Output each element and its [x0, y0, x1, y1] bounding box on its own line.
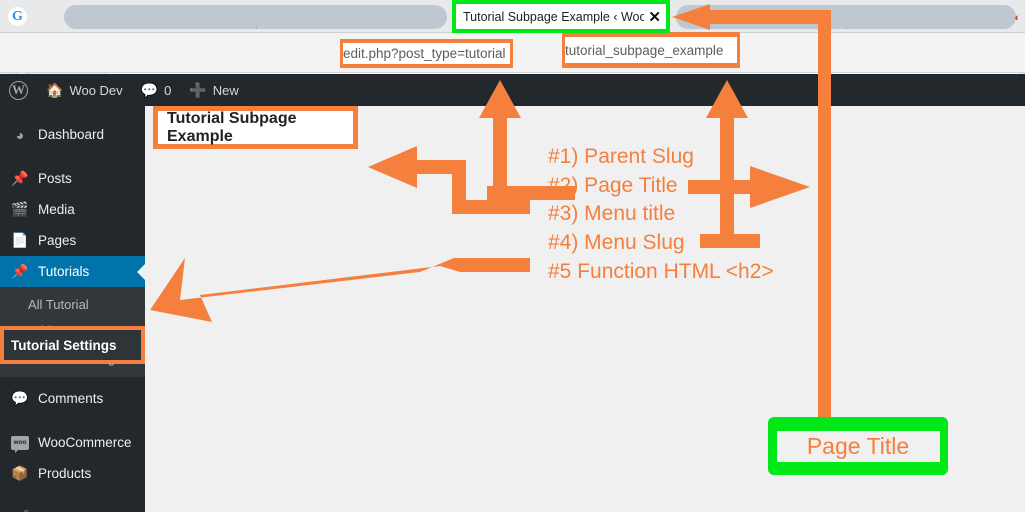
sidebar-item-dashboard[interactable]: ◕ Dashboard: [0, 119, 145, 150]
box-icon: 📦: [11, 465, 29, 481]
page-title: Tutorial Subpage Example: [158, 110, 353, 145]
highlight-parent-slug: edit.php?post_type=tutorial: [340, 39, 513, 68]
sidebar-item-products[interactable]: 📦 Products: [0, 458, 145, 489]
home-icon: 🏠: [46, 81, 64, 98]
annotation-line-2: #2) Page Title: [548, 173, 678, 197]
sidebar-item-media[interactable]: 🎬 Media: [0, 194, 145, 225]
sidebar-item-woocommerce[interactable]: woo WooCommerce: [0, 427, 145, 458]
plus-icon: ➕: [189, 81, 207, 98]
highlight-tutorial-settings-text: Tutorial Settings: [4, 330, 141, 360]
google-icon: G: [8, 7, 27, 26]
new-content-menu[interactable]: ➕ New: [180, 74, 247, 106]
sidebar-item-label: WooCommerce: [38, 435, 132, 450]
woo-icon: woo: [11, 435, 29, 453]
annotation-line-3: #3) Menu title: [548, 202, 676, 226]
sidebar-item-label: Tutorials: [38, 264, 90, 279]
sidebar-item-tutorials[interactable]: 📌 Tutorials: [0, 256, 145, 287]
browser-tab-secondary[interactable]: [676, 5, 1016, 29]
pin-icon: 📌: [11, 170, 29, 186]
wp-admin-sidebar: ◕ Dashboard 📌 Posts 🎬 Media 📄 Pages 📌 Tu…: [0, 106, 145, 512]
sidebar-item-posts[interactable]: 📌 Posts: [0, 163, 145, 194]
highlight-tutorial-settings[interactable]: Tutorial Settings: [0, 326, 145, 364]
site-name-menu[interactable]: 🏠 Woo Dev: [37, 74, 132, 106]
browser-tab-title: Tutorial Subpage Example ‹ Woo De: [463, 9, 645, 24]
sidebar-item-comments[interactable]: 💬 Comments: [0, 383, 145, 414]
pin-icon: 📌: [11, 263, 29, 279]
sidebar-item-pages[interactable]: 📄 Pages: [0, 225, 145, 256]
sidebar-subitem-all-tutorial[interactable]: All Tutorial: [0, 291, 145, 317]
sidebar-item-label: Comments: [38, 391, 104, 406]
highlight-menu-slug-text: tutorial_subpage_example: [565, 37, 737, 63]
comments-menu[interactable]: 💬 0: [132, 74, 181, 106]
browser-tab-active[interactable]: Tutorial Subpage Example ‹ Woo De ✕: [455, 3, 667, 30]
comment-icon: 💬: [11, 390, 29, 406]
wp-logo-menu[interactable]: W: [0, 74, 37, 106]
sidebar-item-label: Posts: [38, 171, 72, 186]
close-icon[interactable]: ✕: [648, 8, 661, 26]
callout-page-title-text: Page Title: [776, 430, 940, 462]
annotation-line-4: #4) Menu Slug: [548, 231, 685, 255]
highlight-page-heading: Tutorial Subpage Example: [153, 106, 358, 149]
browser-tab-search-pill[interactable]: [64, 5, 447, 29]
wp-admin-bar: W 🏠 Woo Dev 💬 0 ➕ New: [0, 74, 1025, 106]
sidebar-item-label: Dashboard: [38, 127, 105, 142]
browser-tab-bar: G Tutorial Subpage Example ‹ Woo De ✕ ◖: [0, 0, 1025, 33]
comment-icon: 💬: [140, 81, 159, 98]
sidebar-item-label: Pages: [38, 233, 77, 248]
annotation-line-1: #1) Parent Slug: [548, 145, 694, 168]
wordpress-logo-icon: W: [9, 80, 28, 100]
browser-window: G Tutorial Subpage Example ‹ Woo De ✕ ◖ …: [0, 0, 1025, 512]
pages-icon: 📄: [11, 232, 29, 248]
sidebar-subitem-label: All Tutorial: [28, 296, 89, 312]
favicon-icon: ◖: [1013, 12, 1020, 24]
annotation-line-5: #5 Function HTML <h2>: [548, 259, 774, 283]
dashboard-icon: ◕: [15, 126, 25, 143]
sidebar-item-label: Media: [38, 202, 75, 217]
site-name-label: Woo Dev: [69, 82, 123, 98]
sidebar-item-label: Products: [38, 466, 92, 481]
comment-count: 0: [164, 82, 172, 98]
media-icon: 🎬: [11, 201, 29, 217]
callout-page-title: Page Title: [768, 417, 948, 475]
highlight-parent-slug-text: edit.php?post_type=tutorial: [343, 43, 510, 64]
sidebar-item-appearance[interactable]: 🖌 Appearance: [0, 502, 145, 512]
new-label: New: [212, 82, 239, 98]
annotation-list: #1) Parent Slug #2) Page Title #3) Menu …: [548, 143, 774, 287]
highlight-menu-slug: tutorial_subpage_example: [562, 32, 740, 68]
